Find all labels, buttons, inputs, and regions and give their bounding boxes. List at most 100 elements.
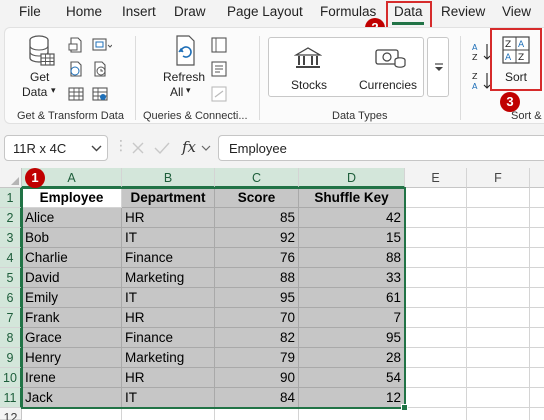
row-header[interactable]: 8 xyxy=(0,328,22,348)
from-table-range-icon[interactable] xyxy=(68,86,84,102)
table-cell[interactable]: 90 xyxy=(215,368,299,388)
table-cell[interactable]: 33 xyxy=(299,268,405,288)
tab-formulas[interactable]: Formulas xyxy=(320,4,376,19)
tab-file[interactable]: File xyxy=(19,4,41,19)
table-cell[interactable]: 84 xyxy=(215,388,299,408)
column-header-d[interactable]: D xyxy=(299,168,405,188)
table-cell[interactable]: HR xyxy=(122,208,215,228)
table-cell[interactable]: David xyxy=(22,268,122,288)
data-types-more-button[interactable] xyxy=(427,37,449,97)
table-cell[interactable]: 42 xyxy=(299,208,405,228)
table-cell[interactable]: 88 xyxy=(299,248,405,268)
row-header[interactable]: 1 xyxy=(0,188,22,208)
table-cell[interactable]: Henry xyxy=(22,348,122,368)
table-cell[interactable]: Finance xyxy=(122,248,215,268)
empty-cells[interactable] xyxy=(405,188,544,420)
table-cell[interactable]: 7 xyxy=(299,308,405,328)
table-cell[interactable]: 79 xyxy=(215,348,299,368)
tab-page-layout[interactable]: Page Layout xyxy=(227,4,303,19)
row-header[interactable]: 9 xyxy=(0,348,22,368)
refresh-icon xyxy=(176,35,195,66)
table-cell[interactable]: 95 xyxy=(215,288,299,308)
table-cell[interactable]: Bob xyxy=(22,228,122,248)
group-label-sort-filter: Sort & xyxy=(511,110,542,122)
table-cell[interactable]: 12 xyxy=(299,388,405,408)
table-cell[interactable]: Finance xyxy=(122,328,215,348)
table-cell[interactable]: 95 xyxy=(299,328,405,348)
name-box[interactable]: 11R x 4C xyxy=(4,135,108,161)
group-separator xyxy=(460,36,461,120)
properties-icon[interactable] xyxy=(211,61,227,77)
row-header[interactable]: 3 xyxy=(0,228,22,248)
table-cell[interactable]: Irene xyxy=(22,368,122,388)
table-cell[interactable]: 92 xyxy=(215,228,299,248)
row-header[interactable]: 11 xyxy=(0,388,22,408)
table-cell[interactable]: 88 xyxy=(215,268,299,288)
queries-connections-icon[interactable] xyxy=(211,37,227,53)
table-cell[interactable]: HR xyxy=(122,308,215,328)
table-cell[interactable]: 28 xyxy=(299,348,405,368)
stocks-label: Stocks xyxy=(291,78,328,92)
edit-links-icon[interactable] xyxy=(211,86,227,102)
get-data-label-1: Get xyxy=(30,70,50,84)
worksheet-grid[interactable]: A B C D E F 1 2 3 4 5 6 7 8 9 10 11 12 E… xyxy=(0,168,544,420)
row-header[interactable]: 7 xyxy=(0,308,22,328)
fill-handle[interactable] xyxy=(401,404,408,411)
row-header[interactable]: 12 xyxy=(0,408,22,420)
table-cell[interactable]: Marketing xyxy=(122,268,215,288)
existing-connections-icon[interactable] xyxy=(92,86,108,102)
column-header-c[interactable]: C xyxy=(215,168,299,188)
table-header-score[interactable]: Score xyxy=(215,188,299,208)
tab-review[interactable]: Review xyxy=(441,4,485,19)
row-header[interactable]: 6 xyxy=(0,288,22,308)
table-cell[interactable]: 85 xyxy=(215,208,299,228)
table-header-shuffle-key[interactable]: Shuffle Key xyxy=(299,188,405,208)
bank-icon xyxy=(294,47,322,68)
chevron-down-icon xyxy=(91,145,102,152)
row-header[interactable]: 10 xyxy=(0,368,22,388)
currency-icon xyxy=(375,49,406,68)
enter-check-icon[interactable] xyxy=(154,141,170,155)
table-header-department[interactable]: Department xyxy=(122,188,215,208)
chevron-down-icon xyxy=(201,145,211,151)
table-cell[interactable]: 70 xyxy=(215,308,299,328)
column-header-g[interactable] xyxy=(530,168,544,188)
row-header[interactable]: 4 xyxy=(0,248,22,268)
formula-input[interactable]: Employee xyxy=(218,135,544,161)
table-cell[interactable]: 54 xyxy=(299,368,405,388)
column-header-b[interactable]: B xyxy=(122,168,215,188)
table-cell[interactable]: Alice xyxy=(22,208,122,228)
column-header-e[interactable]: E xyxy=(405,168,467,188)
table-cell[interactable]: 82 xyxy=(215,328,299,348)
tab-insert[interactable]: Insert xyxy=(122,4,156,19)
table-cell[interactable]: Frank xyxy=(22,308,122,328)
table-cell[interactable]: Emily xyxy=(22,288,122,308)
row-header[interactable]: 5 xyxy=(0,268,22,288)
column-header-f[interactable]: F xyxy=(467,168,530,188)
tab-home[interactable]: Home xyxy=(66,4,102,19)
tab-view[interactable]: View xyxy=(502,4,531,19)
table-cell[interactable]: 15 xyxy=(299,228,405,248)
table-cell[interactable]: Charlie xyxy=(22,248,122,268)
recent-sources-icon[interactable] xyxy=(92,61,108,77)
group-label-data-types: Data Types xyxy=(332,110,388,122)
cancel-icon[interactable] xyxy=(131,141,145,155)
table-cell[interactable]: Marketing xyxy=(122,348,215,368)
row-header[interactable]: 2 xyxy=(0,208,22,228)
from-web-icon[interactable] xyxy=(68,61,84,77)
table-cell[interactable]: HR xyxy=(122,368,215,388)
select-all-corner[interactable] xyxy=(0,168,22,188)
table-cell[interactable]: 61 xyxy=(299,288,405,308)
from-picture-icon[interactable] xyxy=(92,37,112,53)
table-cell[interactable]: IT xyxy=(122,228,215,248)
from-text-csv-icon[interactable] xyxy=(68,37,84,53)
table-cell[interactable]: IT xyxy=(122,288,215,308)
tab-draw[interactable]: Draw xyxy=(174,4,206,19)
table-header-employee[interactable]: Employee xyxy=(22,188,122,208)
table-cell[interactable]: IT xyxy=(122,388,215,408)
insert-function-button[interactable]: fx xyxy=(182,138,196,156)
table-cell[interactable]: Jack xyxy=(22,388,122,408)
table-cell[interactable]: Grace xyxy=(22,328,122,348)
empty-cells-row-12[interactable] xyxy=(22,408,405,420)
table-cell[interactable]: 76 xyxy=(215,248,299,268)
